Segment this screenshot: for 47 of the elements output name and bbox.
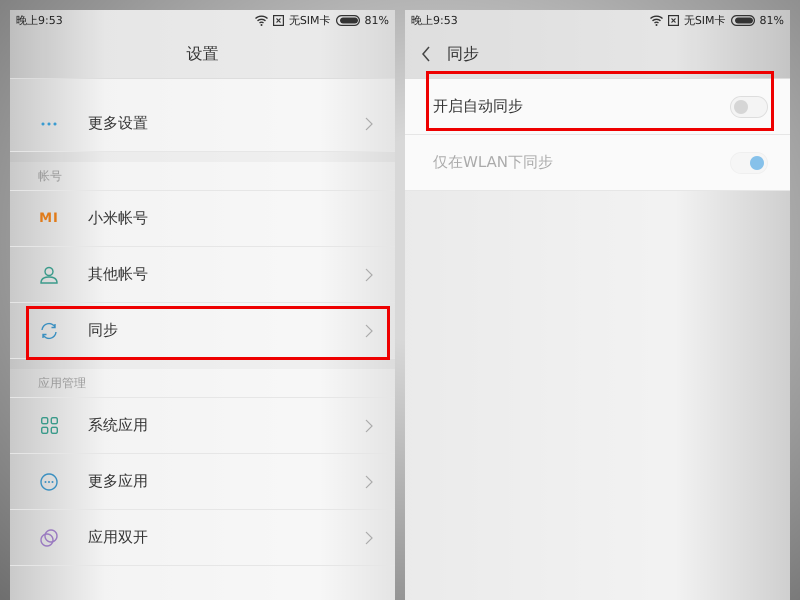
battery-percent: 81% bbox=[364, 14, 389, 26]
settings-row[interactable]: 更多设置 bbox=[10, 96, 395, 152]
toggle-label: 开启自动同步 bbox=[433, 97, 523, 116]
no-sim-icon bbox=[668, 14, 679, 26]
person-icon bbox=[40, 266, 58, 284]
wifi-icon bbox=[650, 14, 663, 26]
row-label: 应用双开 bbox=[88, 528, 149, 547]
more-circle-icon bbox=[40, 472, 58, 490]
carrier-text: 无SIM卡 bbox=[288, 12, 331, 28]
toggle-label: 仅在WLAN下同步 bbox=[433, 153, 554, 172]
row-label: 更多应用 bbox=[88, 472, 149, 491]
settings-row[interactable]: 系统应用 bbox=[10, 398, 395, 454]
sync-icon bbox=[40, 322, 58, 340]
row-label: 系统应用 bbox=[88, 416, 149, 435]
row-label: 同步 bbox=[88, 321, 119, 340]
section-title: 帐号 bbox=[38, 168, 62, 184]
settings-row[interactable]: MI 小米帐号 bbox=[10, 191, 395, 247]
settings-row[interactable]: 更多应用 bbox=[10, 454, 395, 510]
row-label: 小米帐号 bbox=[88, 209, 149, 228]
chevron-right-icon bbox=[365, 474, 373, 488]
status-time: 晚上9:53 bbox=[16, 12, 63, 28]
battery-icon bbox=[730, 14, 755, 26]
chevron-right-icon bbox=[365, 116, 373, 130]
toggle-switch[interactable] bbox=[730, 96, 768, 118]
settings-row[interactable]: 应用双开 bbox=[10, 510, 395, 566]
chevron-right-icon bbox=[365, 268, 373, 282]
wifi-icon bbox=[254, 14, 268, 26]
grid-icon bbox=[40, 417, 58, 434]
overlapping-circles-icon bbox=[40, 528, 58, 546]
carrier-text: 无SIM卡 bbox=[684, 12, 726, 28]
chevron-right-icon bbox=[365, 530, 373, 544]
status-time: 晚上9:53 bbox=[411, 12, 458, 28]
screen-title: 同步 bbox=[447, 44, 479, 64]
no-sim-icon bbox=[272, 14, 284, 26]
back-icon[interactable] bbox=[421, 46, 431, 62]
section-title: 应用管理 bbox=[38, 374, 86, 392]
settings-row[interactable]: 同步 bbox=[10, 303, 395, 359]
mi-logo: MI bbox=[39, 211, 59, 226]
settings-row[interactable]: 其他帐号 bbox=[10, 247, 395, 303]
row-label: 更多设置 bbox=[88, 114, 149, 133]
battery-icon bbox=[336, 14, 360, 26]
row-label: 其他帐号 bbox=[88, 265, 149, 284]
chevron-right-icon bbox=[365, 324, 373, 338]
screen-title: 设置 bbox=[186, 44, 218, 64]
dots-icon bbox=[41, 122, 57, 126]
battery-percent: 81% bbox=[760, 14, 784, 26]
chevron-right-icon bbox=[365, 418, 373, 432]
